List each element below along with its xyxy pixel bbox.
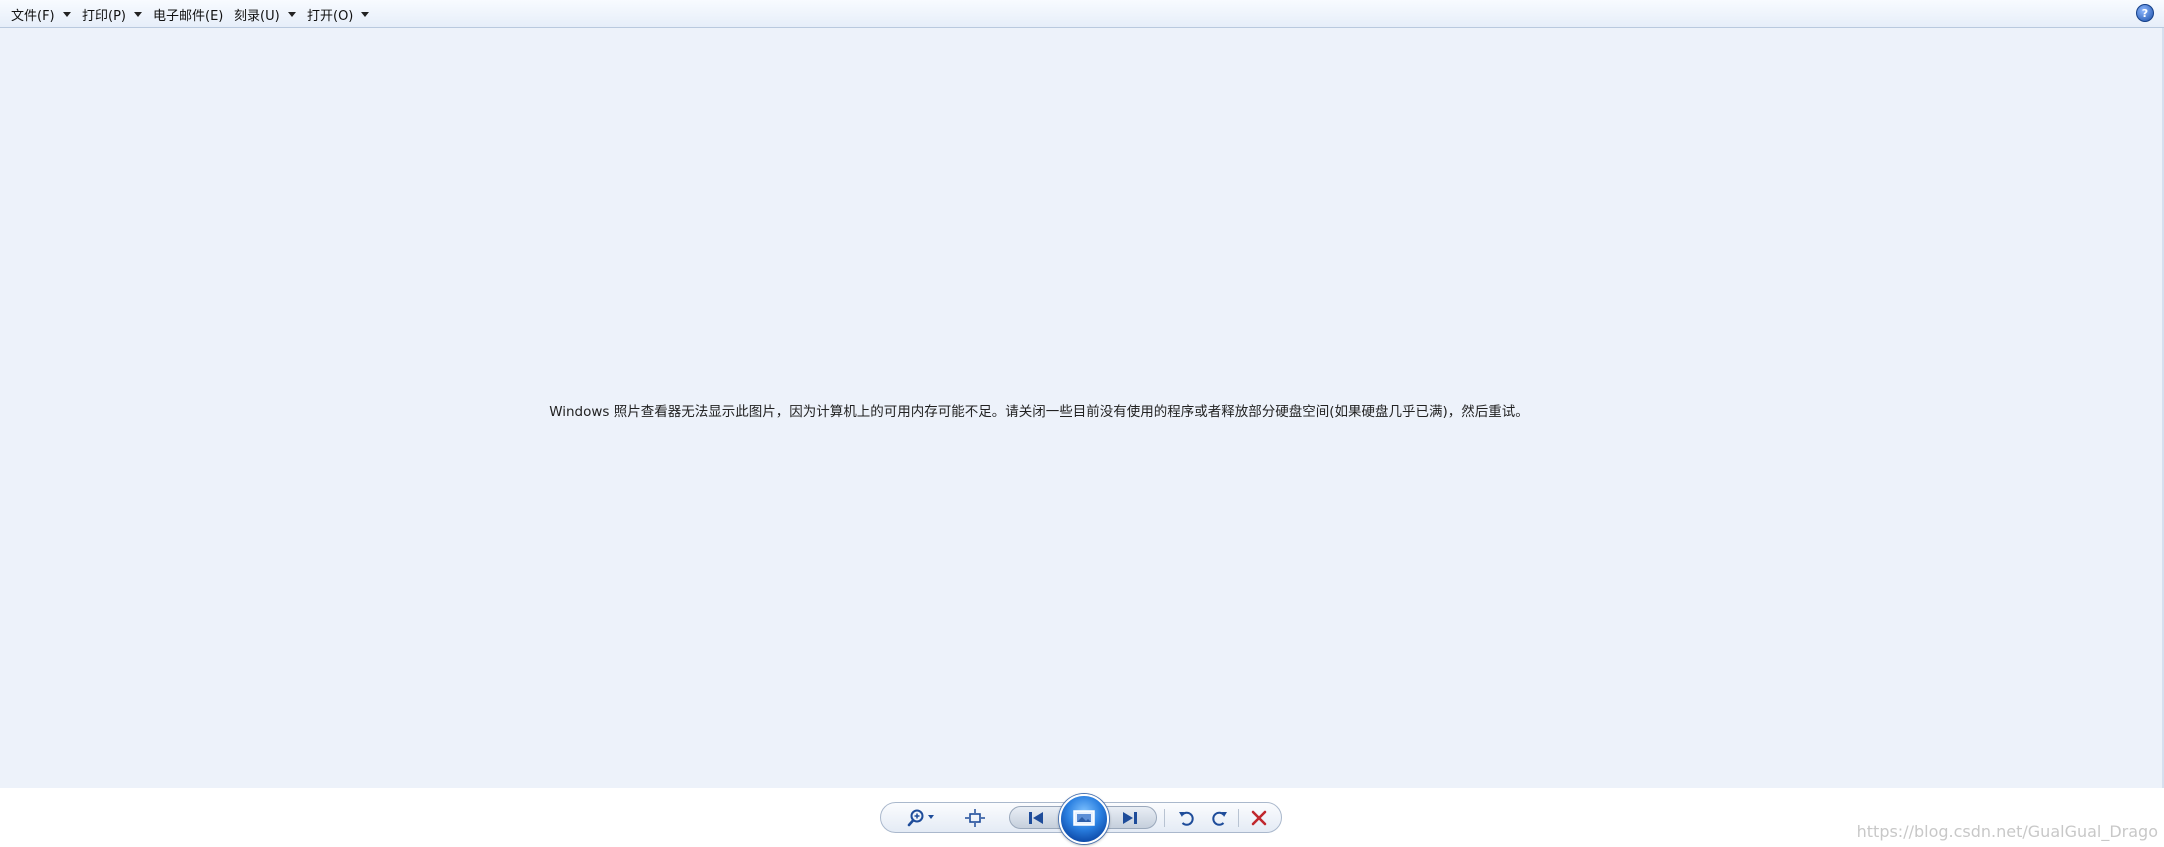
menu-print-label: 打印(P) — [82, 8, 126, 24]
chevron-down-icon — [62, 11, 71, 17]
menu-burn-label: 刻录(U) — [234, 8, 280, 24]
fit-window-icon — [965, 809, 985, 827]
actual-size-button[interactable] — [961, 807, 989, 829]
zoom-button[interactable] — [903, 807, 943, 829]
menu-burn[interactable]: 刻录(U) — [234, 5, 296, 24]
chevron-down-icon — [287, 11, 296, 17]
bottom-toolbar: https://blog.csdn.net/GualGual_Drago — [0, 788, 2164, 847]
next-icon — [1123, 811, 1137, 824]
toolbar-separator — [1164, 809, 1165, 827]
previous-icon — [1029, 811, 1043, 824]
delete-x-icon — [1251, 810, 1267, 826]
next-button[interactable] — [1112, 807, 1148, 828]
menu-file-label: 文件(F) — [11, 8, 55, 24]
toolbar-separator — [1238, 809, 1239, 827]
rotate-counterclockwise-button[interactable] — [1173, 807, 1199, 829]
watermark-text: https://blog.csdn.net/GualGual_Drago — [1856, 822, 2158, 841]
error-message: Windows 照片查看器无法显示此图片，因为计算机上的可用内存可能不足。请关闭… — [549, 404, 1529, 420]
slideshow-button[interactable] — [1059, 794, 1109, 844]
image-viewer-area: Windows 照片查看器无法显示此图片，因为计算机上的可用内存可能不足。请关闭… — [0, 28, 2164, 788]
rotate-clockwise-button[interactable] — [1207, 807, 1233, 829]
menu-open-label: 打开(O) — [307, 8, 354, 24]
previous-button[interactable] — [1018, 807, 1054, 828]
help-button[interactable]: ? — [2136, 4, 2154, 22]
delete-button[interactable] — [1245, 807, 1273, 829]
menu-open[interactable]: 打开(O) — [307, 5, 370, 24]
toolbar-controls — [880, 794, 1282, 844]
menu-email[interactable]: 电子邮件(E) — [153, 5, 224, 24]
menu-file[interactable]: 文件(F) — [11, 5, 71, 24]
menu-print[interactable]: 打印(P) — [82, 5, 142, 24]
chevron-down-icon — [133, 11, 142, 17]
rotate-left-icon — [1179, 811, 1194, 826]
slideshow-icon — [1073, 810, 1095, 826]
help-icon: ? — [2141, 6, 2149, 20]
rotate-right-icon — [1212, 811, 1227, 826]
menu-bar: 文件(F) 打印(P) 电子邮件(E) 刻录(U) 打开(O) ? — [0, 0, 2164, 28]
magnifier-icon — [907, 809, 934, 827]
chevron-down-icon — [361, 11, 370, 17]
menu-email-label: 电子邮件(E) — [153, 8, 224, 24]
